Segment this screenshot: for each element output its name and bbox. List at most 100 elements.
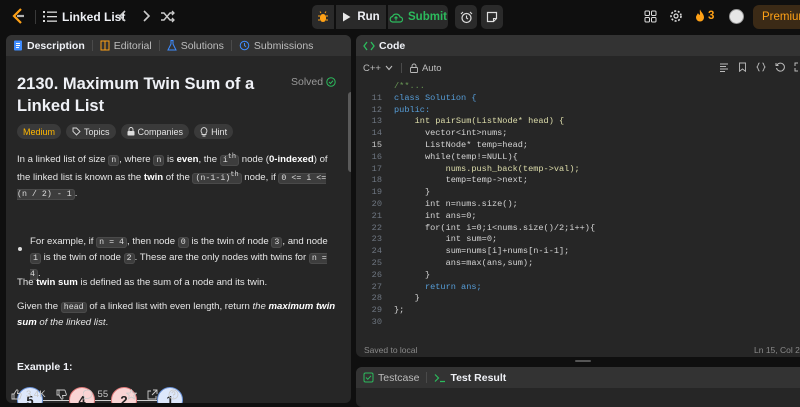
divider bbox=[35, 10, 36, 24]
solved-label: Solved bbox=[291, 76, 324, 88]
comments-button[interactable]: 55 bbox=[82, 389, 108, 400]
thumbs-up-icon bbox=[11, 388, 22, 400]
tab-test-result[interactable]: Test Result bbox=[427, 367, 513, 388]
description-footer: 3.4K 55 bbox=[6, 385, 351, 403]
tab-description[interactable]: Description bbox=[6, 35, 92, 56]
task-paragraph: Given the head of a linked list with eve… bbox=[17, 301, 336, 328]
code-brackets-icon bbox=[363, 41, 375, 51]
tab-test-result-label: Test Result bbox=[450, 371, 507, 384]
run-button[interactable]: Run bbox=[336, 5, 386, 29]
chevron-right-icon[interactable] bbox=[139, 8, 153, 24]
thumbs-down-icon[interactable] bbox=[56, 389, 67, 400]
expand-icon[interactable] bbox=[794, 62, 800, 72]
submit-button[interactable]: Submit bbox=[388, 5, 448, 29]
star-icon[interactable] bbox=[126, 388, 138, 400]
line-number: 20 bbox=[371, 199, 382, 209]
line-number: 15 bbox=[371, 140, 382, 150]
run-label: Run bbox=[357, 11, 380, 23]
line-number: 27 bbox=[371, 281, 382, 292]
code-line: sum=nums[i]+nums[n-i-1]; bbox=[394, 246, 570, 257]
topics-label: Topics bbox=[84, 126, 110, 137]
line-number: 21 bbox=[371, 210, 382, 221]
gear-icon[interactable] bbox=[669, 9, 683, 23]
save-status: Saved to local bbox=[364, 345, 418, 355]
tab-editorial[interactable]: Editorial bbox=[93, 35, 159, 56]
code-line: }; bbox=[394, 305, 405, 316]
companies-chip[interactable]: Companies bbox=[120, 124, 190, 139]
timer-button[interactable] bbox=[455, 5, 477, 29]
chevron-down-icon bbox=[385, 65, 393, 71]
alarm-clock-icon bbox=[460, 11, 473, 24]
tab-solutions-label: Solutions bbox=[180, 39, 224, 52]
code-line: while(temp!=NULL){ bbox=[394, 151, 518, 162]
tab-solutions[interactable]: Solutions bbox=[160, 35, 231, 56]
line-number: 11 bbox=[371, 92, 382, 103]
premium-button[interactable]: Premium bbox=[753, 5, 800, 29]
note-icon bbox=[486, 11, 498, 23]
panel-resize-handle[interactable] bbox=[575, 360, 591, 362]
language-label: C++ bbox=[363, 62, 381, 74]
code-line: } bbox=[394, 269, 431, 280]
problem-list-icon[interactable] bbox=[43, 10, 57, 23]
tab-editorial-label: Editorial bbox=[113, 39, 152, 52]
like-button[interactable]: 3.4K bbox=[11, 389, 46, 400]
format-lines-icon[interactable] bbox=[719, 62, 729, 72]
code-line: int pairSum(ListNode* head) { bbox=[394, 116, 565, 127]
bookmark-icon[interactable] bbox=[738, 62, 747, 72]
notes-button[interactable] bbox=[481, 5, 503, 29]
problem-tags: Medium Topics Companies Hint bbox=[17, 124, 234, 139]
line-number: 19 bbox=[371, 187, 382, 198]
description-tabbar: Description Editorial Solutions Submissi… bbox=[6, 35, 351, 56]
autosave-mode[interactable]: Auto bbox=[410, 63, 442, 74]
help-icon[interactable] bbox=[168, 389, 179, 400]
streak-count: 3 bbox=[708, 9, 715, 22]
line-number: 18 bbox=[371, 175, 382, 186]
description-panel: Description Editorial Solutions Submissi… bbox=[6, 35, 351, 403]
check-circle-icon bbox=[326, 77, 336, 87]
tab-code[interactable]: Code bbox=[356, 35, 412, 56]
tab-testcase-label: Testcase bbox=[378, 371, 420, 384]
code-line: int sum=0; bbox=[394, 234, 498, 245]
layout-grid-icon[interactable] bbox=[644, 10, 657, 23]
shuffle-icon[interactable] bbox=[160, 9, 175, 24]
tab-submissions[interactable]: Submissions bbox=[232, 35, 321, 56]
line-number: 30 bbox=[371, 317, 382, 327]
submit-label: Submit bbox=[408, 11, 447, 23]
solved-badge: Solved bbox=[291, 76, 336, 88]
avatar[interactable] bbox=[729, 9, 744, 24]
language-select[interactable]: C++ bbox=[363, 63, 393, 74]
code-toolbar: C++ Auto bbox=[356, 59, 800, 77]
chevron-left-icon[interactable] bbox=[116, 8, 130, 24]
debug-button[interactable] bbox=[312, 5, 334, 29]
line-number: 22 bbox=[371, 222, 382, 233]
reset-icon[interactable] bbox=[775, 62, 785, 72]
problem-title: 2130. Maximum Twin Sum of a Linked List bbox=[17, 75, 255, 115]
line-number: 25 bbox=[371, 258, 382, 268]
tab-testcase[interactable]: Testcase bbox=[356, 367, 426, 388]
code-editor[interactable]: /**... 11 class Solution { 12 public: 13… bbox=[356, 81, 800, 331]
code-line: return ans; bbox=[394, 281, 482, 292]
topics-chip[interactable]: Topics bbox=[66, 124, 116, 139]
difficulty-badge[interactable]: Medium bbox=[17, 124, 62, 139]
hint-chip[interactable]: Hint bbox=[194, 124, 234, 139]
tab-code-label: Code bbox=[379, 39, 406, 52]
run-submit-group: Run Submit bbox=[312, 5, 448, 29]
code-line: public: bbox=[394, 104, 431, 115]
braces-icon[interactable] bbox=[756, 62, 766, 72]
book-icon bbox=[100, 40, 110, 51]
play-icon bbox=[342, 12, 351, 22]
streak-counter[interactable]: 3 bbox=[695, 9, 714, 22]
comment-icon bbox=[82, 389, 94, 400]
line-number: 29 bbox=[371, 305, 382, 316]
share-icon[interactable] bbox=[147, 389, 158, 400]
code-line: class Solution { bbox=[394, 92, 477, 103]
description-scrollbar[interactable] bbox=[348, 92, 351, 172]
code-line: vector<int>nums; bbox=[394, 128, 508, 139]
line-number: 13 bbox=[371, 116, 382, 127]
hint-label: Hint bbox=[211, 126, 228, 137]
line-number: 12 bbox=[371, 104, 382, 115]
test-panel: Testcase Test Result bbox=[356, 367, 800, 407]
test-tabbar: Testcase Test Result bbox=[356, 367, 800, 388]
line-number: 16 bbox=[371, 151, 382, 162]
leetcode-logo-icon[interactable] bbox=[10, 7, 28, 25]
